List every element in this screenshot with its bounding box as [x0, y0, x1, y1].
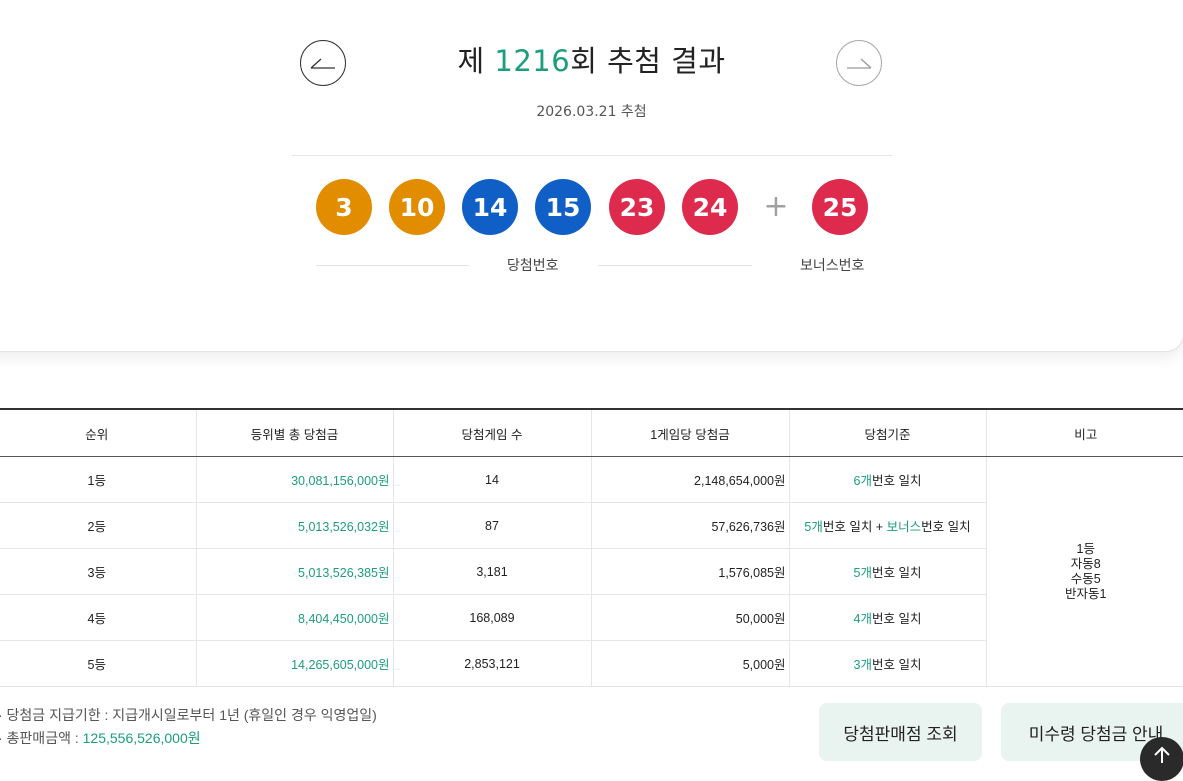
- header-per-game-prize: 1게임당 당첨금: [590, 408, 789, 457]
- payment-deadline-note: · 당첨금 지급기한 : 지급개시일로부터 1년 (휴일인 경우 익영업일): [0, 707, 377, 723]
- winning-ball-3: 14: [462, 179, 518, 235]
- per-game-prize-cell: 5,000원: [590, 640, 789, 687]
- header-note: 비고: [985, 408, 1183, 457]
- winning-ball-4: 15: [535, 179, 591, 235]
- page-title: 제 1216회 추첨 결과: [0, 38, 1183, 80]
- draw-date: 2026.03.21 추첨: [536, 104, 647, 120]
- per-game-prize-cell: 1,576,085원: [590, 548, 789, 595]
- total-sales-label: · 총판매금액 :: [0, 730, 83, 746]
- criteria-cell: 4개번호 일치: [788, 594, 986, 641]
- per-game-prize-cell: 2,148,654,000원: [590, 456, 789, 503]
- criteria-cell: 3개번호 일치: [788, 640, 986, 687]
- total-sales-note: · 총판매금액 : 125,556,526,000원: [0, 728, 201, 748]
- criteria-count: 4개: [853, 612, 872, 626]
- round-number: 1216: [494, 44, 571, 78]
- scroll-top-button[interactable]: [1140, 737, 1183, 781]
- criteria-count: 6개: [853, 474, 872, 488]
- criteria-text: 번호 일치 +: [822, 520, 887, 534]
- criteria-cell: 6개번호 일치: [788, 456, 986, 503]
- criteria-count: 5개: [853, 566, 872, 580]
- header-total-prize: 등위별 총 당첨금: [195, 408, 393, 457]
- total-prize-cell: 5,013,526,032원: [195, 502, 393, 549]
- label-line-right: [598, 265, 752, 266]
- criteria-count: 5개: [804, 520, 823, 534]
- winning-ball-2: 10: [389, 179, 445, 235]
- criteria-cell: 5개번호 일치 + 보너스번호 일치: [788, 502, 986, 549]
- winner-count-cell: 2,853,121: [392, 640, 591, 687]
- total-prize-cell: 5,013,526,385원: [195, 548, 393, 595]
- total-prize-cell: 30,081,156,000원: [195, 456, 393, 503]
- rank-cell: 4등: [0, 594, 196, 641]
- header-rank: 순위: [0, 408, 196, 457]
- arrow-right-icon: [847, 58, 872, 69]
- header-winner-count: 당첨게임 수: [392, 408, 591, 457]
- note-cell: 1등 자동8 수동5 반자동1: [985, 456, 1183, 687]
- title-suffix: 회 추첨 결과: [570, 44, 726, 78]
- per-game-prize-cell: 57,626,736원: [590, 502, 789, 549]
- criteria-text-end: 번호 일치: [921, 520, 971, 534]
- table-row: 1등 30,081,156,000원 14 2,148,654,000원 6개번…: [0, 456, 1183, 687]
- criteria-text: 번호 일치: [871, 474, 922, 488]
- title-prefix: 제: [457, 44, 495, 78]
- plus-sign: +: [763, 189, 789, 224]
- criteria-count: 3개: [853, 658, 872, 672]
- winner-count-cell: 168,089: [392, 594, 591, 641]
- criteria-text: 번호 일치: [871, 658, 922, 672]
- winning-stores-button[interactable]: 당첨판매점 조회: [819, 703, 982, 761]
- rank-cell: 2등: [0, 502, 196, 549]
- total-prize-cell: 14,265,605,000원: [195, 640, 393, 687]
- total-prize-cell: 8,404,450,000원: [195, 594, 393, 641]
- criteria-text: 번호 일치: [871, 612, 922, 626]
- rank-cell: 3등: [0, 548, 196, 595]
- bonus-number-label: 보너스번호: [800, 258, 865, 274]
- criteria-cell: 5개번호 일치: [788, 548, 986, 595]
- label-line-left: [316, 265, 469, 266]
- bonus-ball: 25: [812, 179, 868, 235]
- next-round-button[interactable]: [836, 40, 882, 86]
- winner-count-cell: 87: [392, 502, 591, 549]
- winning-ball-6: 24: [682, 179, 738, 235]
- winning-ball-1: 3: [316, 179, 372, 235]
- winner-count-cell: 3,181: [392, 548, 591, 595]
- prize-table: 순위 등위별 총 당첨금 당첨게임 수 1게임당 당첨금 당첨기준 비고 1등 …: [0, 408, 1183, 687]
- per-game-prize-cell: 50,000원: [590, 594, 789, 641]
- criteria-text: 번호 일치: [871, 566, 922, 580]
- winning-ball-5: 23: [609, 179, 665, 235]
- winner-count-cell: 14: [392, 456, 591, 503]
- criteria-bonus: 보너스: [886, 520, 922, 534]
- divider: [292, 155, 892, 156]
- rank-cell: 5등: [0, 640, 196, 687]
- table-header-row: 순위 등위별 총 당첨금 당첨게임 수 1게임당 당첨금 당첨기준 비고: [0, 408, 1183, 457]
- winning-numbers-label: 당첨번호: [507, 258, 559, 274]
- total-sales-value: 125,556,526,000원: [82, 730, 201, 746]
- rank-cell: 1등: [0, 456, 196, 503]
- header-criteria: 당첨기준: [788, 408, 986, 457]
- arrow-up-icon: [1154, 746, 1170, 763]
